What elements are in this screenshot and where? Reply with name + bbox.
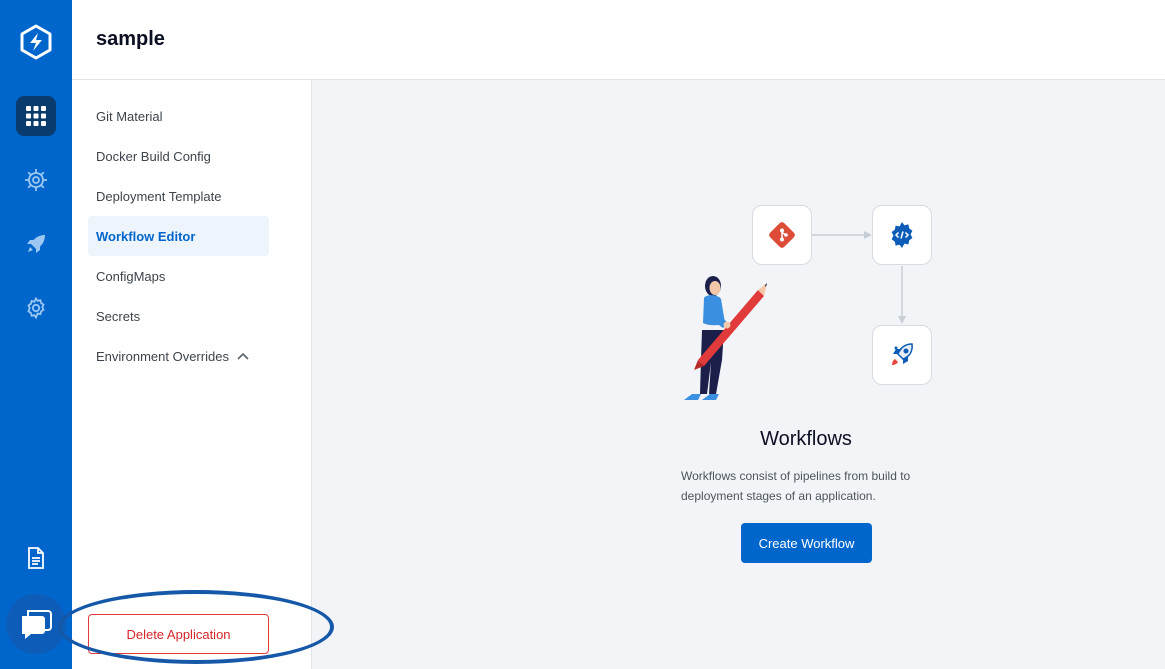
git-icon [769,222,795,248]
workflow-empty-state: Workflows Workflows consist of pipelines… [312,80,1165,669]
deploy-node [872,325,932,385]
devtron-logo-icon[interactable] [18,24,54,60]
code-gear-icon [891,222,913,248]
sidebar-item-label: Environment Overrides [96,348,229,364]
page-title: sample [96,28,165,50]
build-node [872,205,932,265]
sidebar-item-configmaps[interactable]: ConfigMaps [88,256,269,296]
workflows-heading: Workflows [760,428,852,450]
chart-store-icon[interactable] [16,160,56,200]
sidebar-item-workflow-editor[interactable]: Workflow Editor [88,216,269,256]
app-header: sample [72,0,1165,80]
apps-grid-icon[interactable] [16,96,56,136]
sidebar-item-docker-build-config[interactable]: Docker Build Config [88,136,269,176]
app-config-sidebar: Git Material Docker Build Config Deploym… [72,80,312,669]
delete-application-button[interactable]: Delete Application [88,614,269,654]
sidebar-item-deployment-template[interactable]: Deployment Template [88,176,269,216]
chevron-up-icon[interactable] [237,352,249,360]
deploy-rocket-icon[interactable] [16,224,56,264]
rocket-icon [892,343,913,365]
workflows-description: Workflows consist of pipelines from buil… [681,469,911,503]
app-nav-rail [0,0,72,669]
sidebar-item-git-material[interactable]: Git Material [88,96,269,136]
settings-gear-icon[interactable] [16,288,56,328]
docs-icon[interactable] [16,538,56,578]
chat-support-icon[interactable] [6,594,66,654]
sidebar-item-environment-overrides[interactable]: Environment Overrides [88,336,288,376]
git-source-node [752,205,812,265]
create-workflow-button[interactable]: Create Workflow [741,523,872,563]
sidebar-item-secrets[interactable]: Secrets [88,296,269,336]
person-with-pencil-illustration [684,276,767,400]
